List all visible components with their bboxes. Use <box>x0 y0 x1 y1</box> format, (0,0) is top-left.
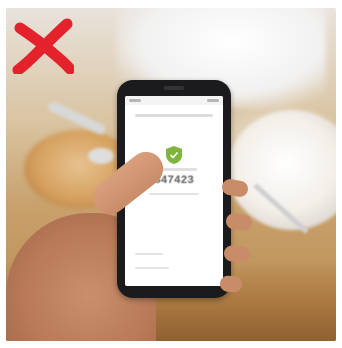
app-header-line <box>135 114 213 117</box>
finger-3 <box>223 244 251 264</box>
finger-4 <box>219 275 243 293</box>
subtext-line <box>149 193 199 195</box>
footer-line-1 <box>135 253 163 255</box>
phone-camera <box>164 86 184 90</box>
status-left <box>129 99 141 102</box>
spoon-head <box>88 148 114 164</box>
shield-check-icon <box>166 146 182 164</box>
status-bar <box>125 96 223 105</box>
red-x-icon <box>12 18 74 74</box>
status-right <box>207 99 219 102</box>
footer-line-2 <box>135 267 169 269</box>
